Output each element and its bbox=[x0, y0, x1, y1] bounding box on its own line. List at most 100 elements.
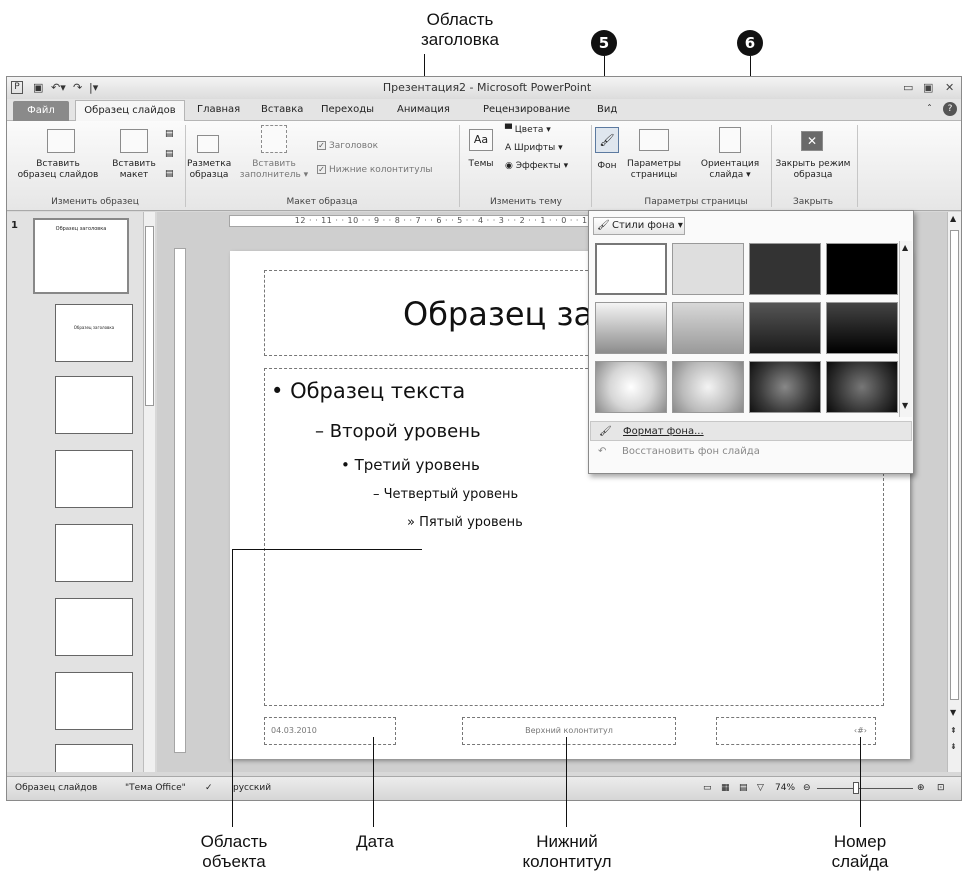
bg-style-swatch[interactable] bbox=[749, 361, 821, 413]
redo-icon[interactable]: ↷ bbox=[73, 81, 82, 94]
maximize-icon[interactable]: ▣ bbox=[923, 81, 933, 94]
title-checkbox[interactable]: ✓ Заголовок bbox=[317, 141, 378, 152]
callout-footer: Нижний колонтитул bbox=[522, 832, 612, 871]
zoom-slider-thumb[interactable] bbox=[853, 782, 859, 794]
page-setup-icon[interactable] bbox=[639, 129, 669, 151]
footers-checkbox[interactable]: ✓ Нижние колонтитулы bbox=[317, 165, 432, 176]
insert-master-button[interactable]: Вставить образец слайдов bbox=[9, 159, 107, 181]
layout-thumbnail[interactable] bbox=[55, 524, 133, 582]
insert-placeholder-icon[interactable] bbox=[261, 125, 287, 153]
editor-scrollbar[interactable]: ▲ ▼ ⇞ ⇟ bbox=[947, 212, 961, 772]
orientation-button[interactable]: Ориентация слайда ▾ bbox=[695, 159, 765, 181]
status-theme: "Тема Office" bbox=[125, 783, 186, 793]
layout-thumbnail[interactable] bbox=[55, 376, 133, 434]
background-icon[interactable]: 🖌 bbox=[595, 127, 619, 153]
tab-home[interactable]: Главная bbox=[197, 104, 240, 115]
fonts-button[interactable]: A Шрифты ▾ bbox=[505, 143, 563, 154]
colors-button[interactable]: ▀ Цвета ▾ bbox=[505, 125, 551, 136]
zoom-level[interactable]: 74% bbox=[775, 783, 795, 793]
customize-qat-icon[interactable]: |▾ bbox=[89, 81, 98, 94]
background-styles-button[interactable]: 🖌 Стили фона ▾ bbox=[593, 217, 685, 235]
themes-button[interactable]: Темы bbox=[463, 159, 499, 170]
tab-insert[interactable]: Вставка bbox=[261, 104, 303, 115]
tab-view[interactable]: Вид bbox=[597, 104, 617, 115]
layout-thumbnail[interactable] bbox=[55, 744, 133, 772]
insert-placeholder-button[interactable]: Вставить заполнитель ▾ bbox=[233, 159, 315, 181]
tab-slide-master[interactable]: Образец слайдов bbox=[75, 100, 185, 122]
spellcheck-icon[interactable]: ✓ bbox=[205, 783, 213, 793]
gallery-scroll-down-icon[interactable]: ▼ bbox=[902, 401, 908, 410]
checkbox-title-icon[interactable]: ✓ bbox=[317, 141, 326, 150]
tab-review[interactable]: Рецензирование bbox=[483, 104, 570, 115]
bg-style-swatch[interactable] bbox=[672, 243, 744, 295]
page-setup-button[interactable]: Параметры страницы bbox=[625, 159, 683, 181]
zoom-slider[interactable] bbox=[817, 788, 913, 789]
master-layout-icon[interactable] bbox=[197, 135, 219, 153]
fit-window-icon[interactable]: ⊡ bbox=[937, 783, 945, 793]
close-master-button[interactable]: Закрыть режим образца bbox=[773, 159, 853, 181]
checkbox-footers-icon[interactable]: ✓ bbox=[317, 165, 326, 174]
callout-footer-line bbox=[566, 737, 567, 827]
close-icon[interactable]: ✕ bbox=[945, 81, 954, 94]
keep-icon[interactable]: ▤ bbox=[165, 169, 174, 180]
bg-style-swatch[interactable] bbox=[826, 302, 898, 354]
date-placeholder[interactable]: 04.03.2010 bbox=[264, 717, 396, 745]
gallery-scroll-up-icon[interactable]: ▲ bbox=[902, 243, 908, 252]
bg-style-swatch[interactable] bbox=[595, 361, 667, 413]
background-button[interactable]: Фон bbox=[593, 161, 621, 172]
save-icon[interactable]: ▣ bbox=[33, 81, 43, 94]
gallery-scrollbar[interactable]: ▲ ▼ bbox=[899, 241, 912, 417]
tab-file[interactable]: Файл bbox=[13, 101, 69, 121]
master-thumbnail[interactable]: Образец заголовка bbox=[33, 218, 129, 294]
thumbnail-scroll-thumb[interactable] bbox=[145, 226, 154, 406]
bg-style-swatch[interactable] bbox=[595, 302, 667, 354]
layout-thumbnail[interactable] bbox=[55, 672, 133, 730]
themes-icon[interactable]: Aa bbox=[469, 129, 493, 151]
orientation-icon[interactable] bbox=[719, 127, 741, 153]
bg-style-swatch[interactable] bbox=[672, 361, 744, 413]
footer-placeholder[interactable]: Верхний колонтитул bbox=[462, 717, 676, 745]
master-layout-button[interactable]: Разметка образца bbox=[187, 159, 231, 181]
minimize-ribbon-icon[interactable]: ˆ bbox=[927, 104, 932, 115]
layout-thumbnail[interactable] bbox=[55, 450, 133, 508]
callout-slide-number: Номер слайда bbox=[831, 832, 889, 871]
effects-button[interactable]: ◉ Эффекты ▾ bbox=[505, 161, 568, 172]
zoom-out-icon[interactable]: ⊖ bbox=[803, 783, 811, 793]
slide-number-placeholder[interactable]: ‹#› bbox=[716, 717, 876, 745]
reset-background-item[interactable]: ↶ Восстановить фон слайда bbox=[590, 442, 912, 462]
layout-thumbnail[interactable]: Образец заголовка bbox=[55, 304, 133, 362]
minimize-icon[interactable]: ▭ bbox=[903, 81, 913, 94]
insert-master-icon[interactable] bbox=[47, 129, 75, 153]
view-normal-icon[interactable]: ▭ bbox=[703, 783, 712, 793]
layout-thumbnail[interactable] bbox=[55, 598, 133, 656]
tab-animation[interactable]: Анимация bbox=[397, 104, 450, 115]
bg-style-swatch[interactable] bbox=[595, 243, 667, 295]
tab-transitions[interactable]: Переходы bbox=[321, 104, 374, 115]
insert-layout-icon[interactable] bbox=[120, 129, 148, 153]
thumbnail-scrollbar[interactable] bbox=[143, 212, 155, 772]
scroll-down-icon[interactable]: ▼ bbox=[950, 708, 956, 717]
bg-style-swatch[interactable] bbox=[672, 302, 744, 354]
help-icon[interactable]: ? bbox=[943, 102, 957, 116]
view-slideshow-icon[interactable]: ▽ bbox=[757, 783, 764, 793]
insert-layout-button[interactable]: Вставить макет bbox=[105, 159, 163, 181]
scroll-up-icon[interactable]: ▲ bbox=[950, 214, 956, 223]
undo-icon[interactable]: ↶▾ bbox=[51, 81, 66, 94]
layout-thumbnail-title: Образец заголовка bbox=[73, 325, 115, 330]
callout-badge-5: 5 bbox=[591, 30, 617, 56]
bg-style-swatch[interactable] bbox=[826, 361, 898, 413]
format-background-item[interactable]: 🖌 Формат фона... bbox=[590, 421, 912, 441]
editor-scroll-thumb[interactable] bbox=[950, 230, 959, 700]
close-master-icon[interactable]: ✕ bbox=[801, 131, 823, 151]
next-slide-icon[interactable]: ⇟ bbox=[950, 742, 957, 751]
bg-style-swatch[interactable] bbox=[749, 243, 821, 295]
prev-slide-icon[interactable]: ⇞ bbox=[950, 726, 957, 735]
view-reading-icon[interactable]: ▤ bbox=[739, 783, 748, 793]
view-sorter-icon[interactable]: ▦ bbox=[721, 783, 730, 793]
rename-icon[interactable]: ▤ bbox=[165, 149, 174, 160]
bg-style-swatch[interactable] bbox=[749, 302, 821, 354]
zoom-in-icon[interactable]: ⊕ bbox=[917, 783, 925, 793]
status-language[interactable]: русский bbox=[233, 783, 271, 793]
bg-style-swatch[interactable] bbox=[826, 243, 898, 295]
delete-slide-icon[interactable]: ▤ bbox=[165, 129, 174, 140]
